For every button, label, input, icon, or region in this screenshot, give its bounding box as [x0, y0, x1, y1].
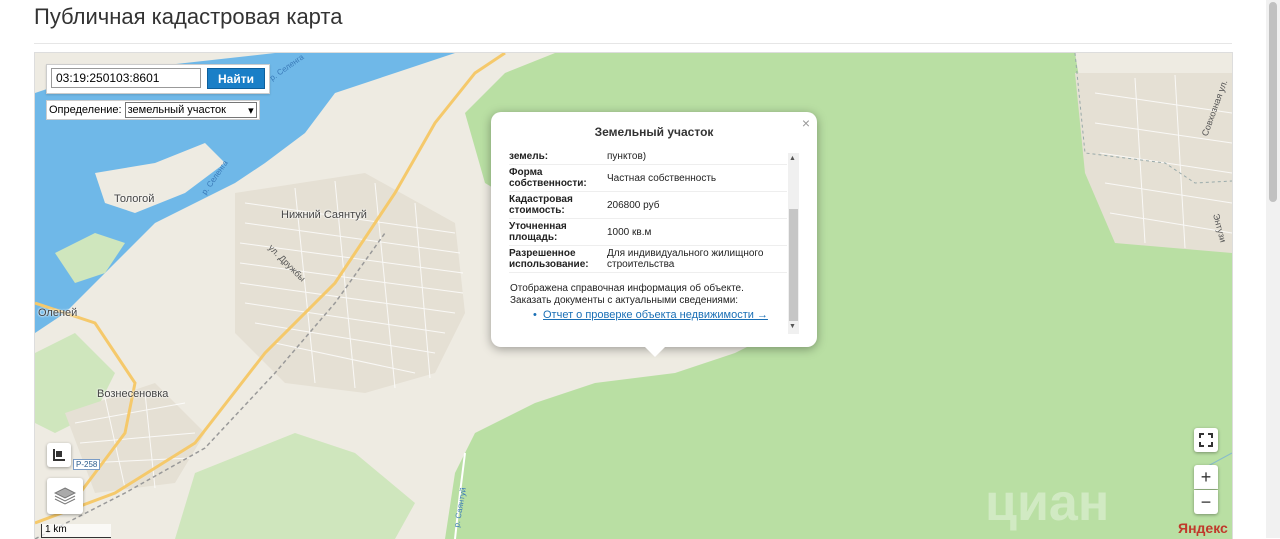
info-table: земель: пунктов) Форма собственности: Част… — [509, 152, 787, 273]
row-value: 206800 руб — [605, 191, 787, 219]
popup-note: Отображена справочная информация об объе… — [510, 283, 744, 307]
row-value: 1000 кв.м — [605, 218, 787, 246]
place-label-voznesenovka: Вознесеновка — [97, 388, 169, 400]
layers-icon — [54, 487, 76, 505]
popup-scrollbar-thumb[interactable] — [789, 209, 798, 321]
search-button[interactable]: Найти — [207, 68, 265, 89]
popup-scrollbar[interactable]: ▲ ▼ — [788, 153, 799, 334]
table-row: Форма собственности: Частная собственност… — [509, 164, 787, 192]
row-key: Разрешенное использование: — [509, 245, 605, 273]
report-link[interactable]: Отчет о проверке объекта недвижимости → — [543, 309, 768, 321]
ruler-icon — [53, 449, 65, 461]
row-key: земель: — [509, 152, 605, 165]
page-title: Публичная кадастровая карта — [34, 4, 343, 29]
scroll-down-icon[interactable]: ▼ — [789, 323, 796, 330]
info-popup: × Земельный участок земель: пунктов) Форм… — [491, 112, 817, 347]
place-label-nizhny-sayantuy: Нижний Саянтуй — [281, 209, 367, 221]
table-row: Кадастровая стоимость: 206800 руб — [509, 191, 787, 219]
definition-row: Определение: земельный участок ▾ — [46, 100, 260, 120]
popup-note-line1: Отображена справочная информация об объе… — [510, 283, 744, 294]
row-key: Кадастровая стоимость: — [509, 191, 605, 219]
title-divider — [34, 43, 1232, 44]
row-value: Частная собственность — [605, 164, 787, 192]
definition-select[interactable]: земельный участок ▾ — [124, 102, 257, 118]
scale-bar: 1 km — [41, 524, 111, 538]
popup-body: земель: пунктов) Форма собственности: Част… — [509, 152, 799, 336]
table-row: Уточненная площадь: 1000 кв.м — [509, 218, 787, 246]
minus-icon: − — [1200, 491, 1212, 512]
fullscreen-icon — [1199, 433, 1213, 447]
popup-pointer — [644, 346, 666, 357]
zoom-out-button[interactable]: − — [1194, 490, 1218, 514]
scroll-up-icon[interactable]: ▲ — [789, 155, 796, 162]
watermark-text: циан — [985, 474, 1110, 532]
zoom-in-button[interactable]: + — [1194, 465, 1218, 489]
row-value: Для индивидуального жилищного строительс… — [605, 245, 787, 273]
row-value: пунктов) — [605, 152, 787, 165]
plus-icon: + — [1200, 466, 1212, 487]
popup-title: Земельный участок — [594, 125, 714, 139]
table-row: Разрешенное использование: Для индивидуал… — [509, 245, 787, 273]
bullet-icon: • — [533, 309, 537, 321]
table-row: земель: пунктов) — [509, 152, 787, 165]
cadastral-number-input[interactable] — [51, 68, 201, 88]
chevron-down-icon: ▾ — [248, 104, 254, 117]
route-badge: Р-258 — [73, 459, 101, 470]
ruler-button[interactable] — [47, 443, 71, 467]
page-scrollbar[interactable] — [1266, 0, 1280, 538]
place-label-oleney: Оленей — [38, 307, 78, 319]
fullscreen-button[interactable] — [1194, 428, 1218, 452]
page-scrollbar-thumb[interactable] — [1269, 2, 1277, 202]
row-key: Форма собственности: — [509, 164, 605, 192]
popup-note-line2: Заказать документы с актуальными сведени… — [510, 295, 739, 306]
row-key: Уточненная площадь: — [509, 218, 605, 246]
yandex-logo[interactable]: Яндекс — [1178, 520, 1228, 536]
layers-button[interactable] — [47, 478, 83, 514]
definition-label: Определение: — [49, 104, 122, 116]
place-label-tologoy: Тологой — [114, 193, 155, 205]
definition-selected-value: земельный участок — [127, 104, 226, 116]
search-panel: Найти — [46, 64, 270, 94]
